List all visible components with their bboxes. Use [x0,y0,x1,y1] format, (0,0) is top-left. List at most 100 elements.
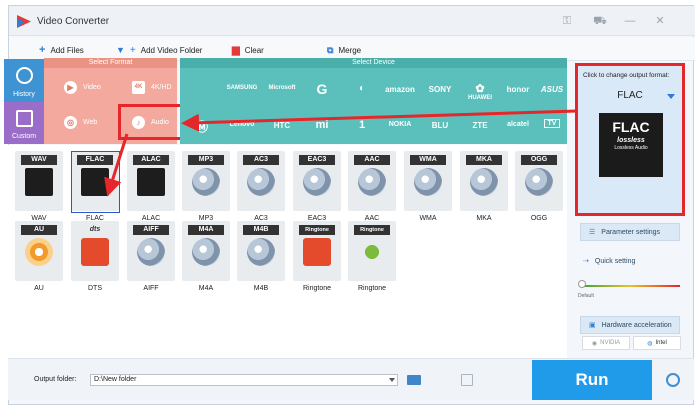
key-icon[interactable]: ⚿ [560,14,574,28]
device-nokia[interactable]: NOKIA [380,121,420,128]
merge-label: Merge [338,45,362,55]
device-lg[interactable]: ◐ [342,83,382,94]
add-files-label: Add Files [50,45,84,55]
format-tile-aiff[interactable]: AIFF AIFF [127,221,175,292]
device-microsoft[interactable]: Microsoft [262,85,302,91]
format-tile-dts[interactable]: dts DTS [71,221,119,292]
format-tile-ringtone-speaker[interactable]: Ringtone Ringtone [293,221,341,292]
device-huawei[interactable]: ✿ HUAWEI [460,82,500,101]
speaker-icon [303,238,331,266]
output-folder-input[interactable]: D:\New folder [90,374,398,386]
minimize-icon[interactable]: — [623,14,637,28]
music-disc-icon [247,168,275,196]
merge-icon: ⧉ [327,44,334,55]
format-label: M4B [253,285,269,292]
format-tile-alac[interactable]: ALAC ALAC [127,151,175,222]
speaker-icon [81,238,109,266]
output-format-tile[interactable]: FLAC lossless Lossless Audio [599,113,663,177]
format-tile-eac3[interactable]: EAC3 EAC3 [293,151,341,222]
format-tag: MKA [466,155,502,165]
music-disc-icon [247,238,275,266]
output-format-panel[interactable]: Click to change output format: FLAC FLAC… [575,63,685,216]
output-tile-lossless: lossless [617,137,645,144]
format-tile-wma[interactable]: WMA WMA [404,151,452,222]
custom-icon [16,110,33,127]
clock-icon [16,67,33,84]
category-video-label: Video [83,84,101,91]
device-zte[interactable]: ZTE [460,121,500,130]
merge-button[interactable]: ⧉ Merge [327,43,361,57]
output-tile-sub: Lossless Audio [614,145,648,151]
parameter-settings-label: Parameter settings [601,228,661,236]
clear-button[interactable]: ▆ Clear [232,43,264,57]
chevron-down-icon[interactable] [667,94,675,99]
music-disc-icon [192,238,220,266]
nvidia-option[interactable]: ◉ NVIDIA [582,336,630,350]
device-google[interactable]: G [302,81,342,97]
category-video[interactable]: ▶ Video [64,81,101,94]
format-tag: AIFF [133,225,169,235]
format-tile-m4b[interactable]: M4B M4B [237,221,285,292]
music-disc-icon [137,238,165,266]
format-tag: AC3 [243,155,279,165]
format-tile-ogg[interactable]: OGG OGG [515,151,563,222]
add-files-button[interactable]: + Add Files [39,43,84,57]
history-label: History [13,91,35,98]
output-tile-title: FLAC [612,119,650,135]
select-device-panel: Select Device SAMSUNG Microsoft G ◐ amaz… [180,58,567,144]
output-format-select[interactable]: FLAC [583,88,677,104]
device-sony[interactable]: SONY [420,85,460,94]
parameter-settings-button[interactable]: ☰ Parameter settings [580,223,680,241]
quality-slider-handle[interactable] [578,280,586,288]
device-oneplus[interactable]: 1 [342,119,382,131]
device-motorola[interactable]: Ⓜ [182,118,222,135]
alarm-clock-icon[interactable] [666,373,680,387]
device-xiaomi[interactable]: mi [302,119,342,131]
cart-icon[interactable]: ⛟ [593,14,607,28]
format-tile-mka[interactable]: MKA MKA [460,151,508,222]
output-folder-dropdown-icon[interactable] [389,378,395,382]
run-button[interactable]: Run [532,360,652,400]
device-htc[interactable]: HTC [262,121,302,130]
format-tag: Ringtone [354,225,390,235]
open-folder-icon[interactable] [407,375,421,385]
format-tile-mp3[interactable]: MP3 MP3 [182,151,230,222]
format-tile-m4a[interactable]: M4A M4A [182,221,230,292]
huawei-label: HUAWEI [468,95,492,101]
intel-label: Intel [655,340,667,346]
bottom-bar: Output folder: D:\New folder Run [8,358,694,400]
device-amazon[interactable]: amazon [380,85,420,94]
quick-setting: ⇢ Quick setting [583,257,635,266]
format-tag: AAC [354,155,390,165]
format-tile-ringtone-android[interactable]: Ringtone Ringtone [348,221,396,292]
device-asus[interactable]: ASUS [532,85,572,94]
music-disc-icon [303,168,331,196]
format-label: WMA [419,215,437,222]
output-folder-browse-icon[interactable] [461,374,473,386]
format-tag: dts [89,226,101,233]
audio-units-icon [25,238,53,266]
close-icon[interactable]: ✕ [653,14,667,28]
format-tile-au[interactable]: AU AU [15,221,63,292]
hardware-acceleration-toggle[interactable]: ▣ Hardware acceleration [580,316,680,334]
music-disc-icon [525,168,553,196]
device-blu[interactable]: BLU [420,121,460,130]
format-tile-aac[interactable]: AAC AAC [348,151,396,222]
tv-icon: TV [543,119,561,128]
audio-highlight-box [118,104,184,140]
select-format-header: Select Format [44,58,177,68]
history-tab[interactable]: History [4,59,44,102]
add-video-folder-button[interactable]: ▼ + Add Video Folder [116,43,202,57]
format-tag: WAV [21,155,57,165]
device-tv[interactable]: TV [532,119,572,128]
quality-slider[interactable] [580,285,680,287]
device-lenovo[interactable]: Lenovo [222,121,262,128]
category-4k-hd[interactable]: 4K 4K/HD [132,81,172,94]
format-tile-ac3[interactable]: AC3 AC3 [237,151,285,222]
intel-option[interactable]: ◍ Intel [633,336,681,350]
format-label: MKA [476,215,492,222]
format-tile-wav[interactable]: WAV WAV [15,151,63,222]
custom-tab[interactable]: Custom [4,102,44,144]
category-web[interactable]: ◎ Web [64,116,97,129]
device-samsung[interactable]: SAMSUNG [222,85,262,91]
